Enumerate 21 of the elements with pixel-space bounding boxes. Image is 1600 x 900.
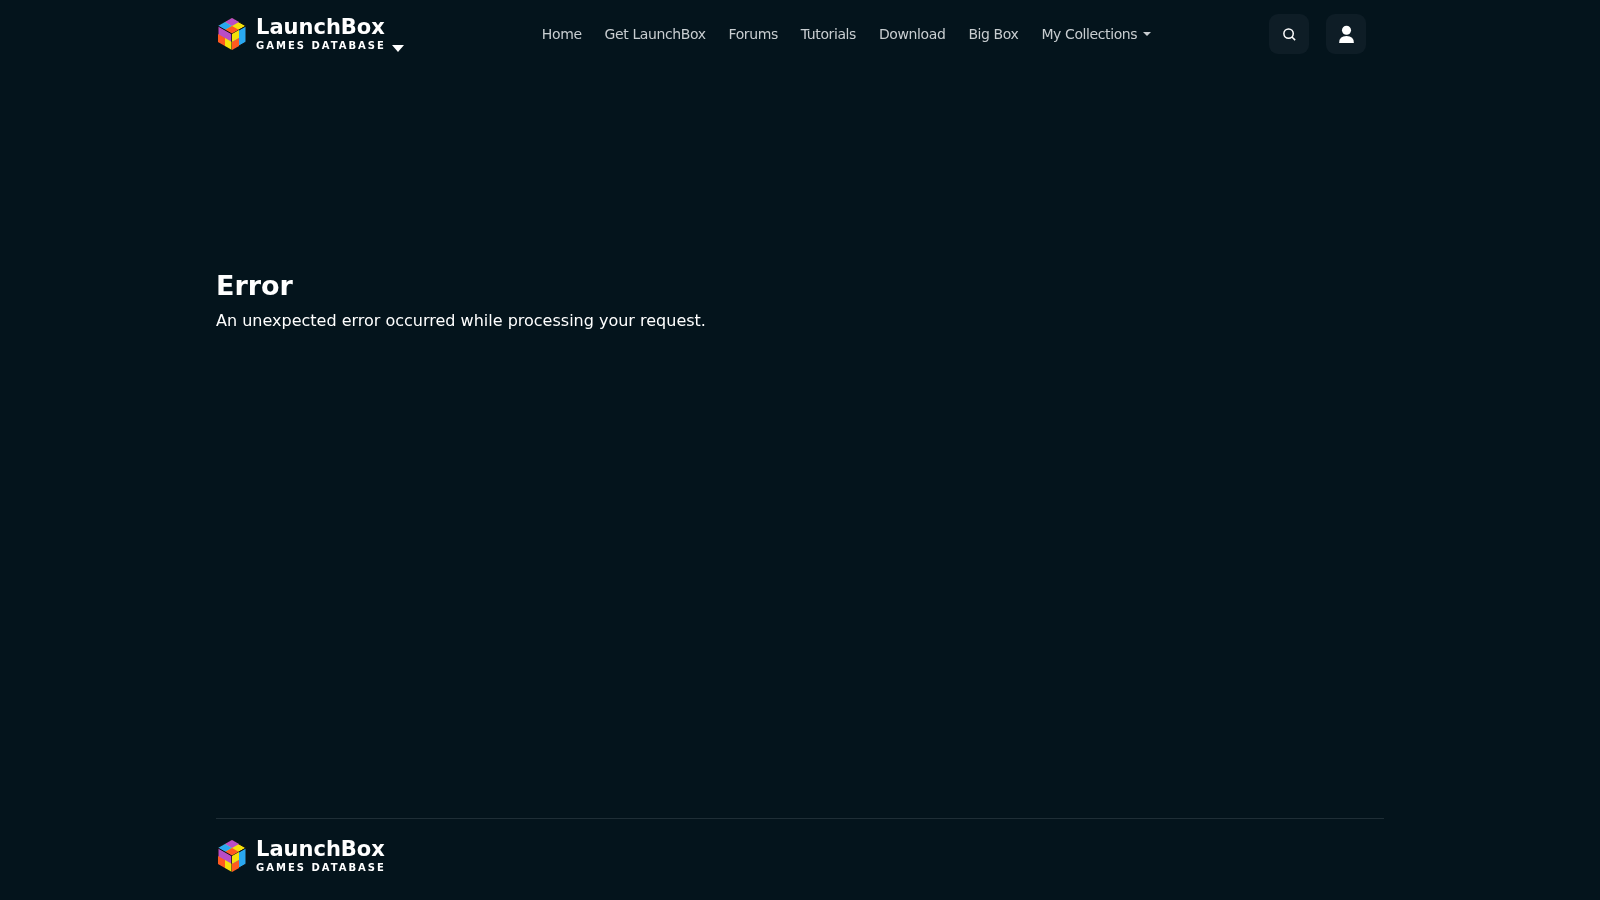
search-button[interactable] [1269,14,1309,54]
error-message: An unexpected error occurred while processing your request. [216,311,707,330]
logo-title[interactable]: LaunchBox [256,15,404,39]
nav-link[interactable]: My Collections [1041,26,1152,42]
logo-subtitle[interactable]: GAMES DATABASE [256,39,386,53]
nav-link[interactable]: Download [879,26,946,42]
cube-logo-icon [216,838,248,873]
logo-subtitle[interactable]: GAMES DATABASE [256,860,386,875]
nav-link[interactable]: Get LaunchBox [604,26,706,42]
logo-title[interactable]: LaunchBox [256,836,386,861]
user-icon [1337,24,1355,44]
search-icon [1281,26,1297,42]
nav-link[interactable]: Home [541,26,582,42]
error-heading: Error [216,270,294,301]
cube-logo-icon [216,17,248,51]
nav-link[interactable]: Forums [728,26,778,42]
caret-icon [1143,32,1152,36]
caret-icon[interactable] [391,44,404,52]
user-button[interactable] [1326,14,1366,54]
nav-link[interactable]: Tutorials [800,26,856,42]
nav-link[interactable]: Big Box [968,26,1019,42]
